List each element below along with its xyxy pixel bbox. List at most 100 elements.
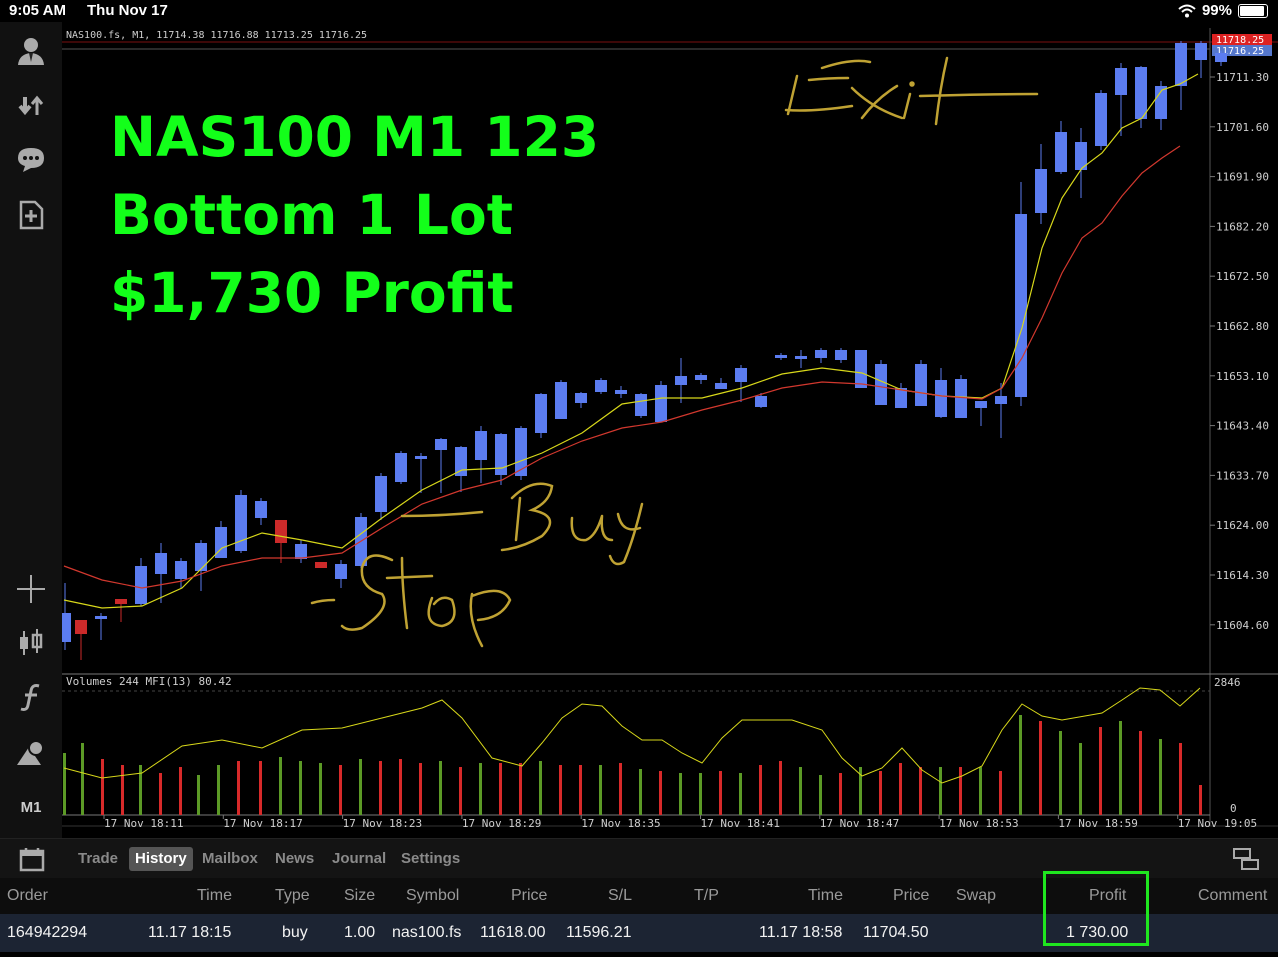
- col-type[interactable]: Type: [275, 878, 310, 914]
- candle-body: [315, 562, 327, 568]
- candles-icon[interactable]: [12, 624, 50, 662]
- candle-body: [735, 368, 747, 382]
- candle-body: [755, 396, 767, 407]
- new-order-icon[interactable]: [12, 196, 50, 234]
- candle-body: [395, 453, 407, 482]
- candle-body: [975, 401, 987, 408]
- candle-body: [115, 599, 127, 604]
- volume-bar: [1019, 715, 1022, 815]
- col-sl[interactable]: S/L: [608, 878, 632, 914]
- time-tick-label: 17 Nov 18:23: [343, 817, 422, 830]
- overlay-title-line2: Bottom 1 Lot: [110, 183, 514, 247]
- col-open-price[interactable]: Price: [511, 878, 547, 914]
- volume-bar: [1079, 743, 1082, 815]
- volume-bar: [121, 765, 124, 815]
- volume-bar: [839, 773, 842, 815]
- row-order: 164942294: [7, 924, 88, 941]
- volume-bar: [719, 771, 722, 815]
- col-symbol[interactable]: Symbol: [406, 878, 459, 914]
- calendar-icon[interactable]: [18, 845, 46, 873]
- volume-bar: [63, 753, 66, 815]
- volume-bar: [559, 765, 562, 815]
- date: Thu Nov 17: [87, 2, 168, 19]
- tab-trade[interactable]: Trade: [72, 847, 124, 871]
- user-icon[interactable]: [12, 32, 50, 70]
- volume-bar: [739, 773, 742, 815]
- candle-body: [95, 616, 107, 619]
- volume-bar: [579, 765, 582, 815]
- split-view-icon[interactable]: [1232, 845, 1260, 873]
- candle-body: [595, 380, 607, 392]
- col-comment[interactable]: Comment: [1198, 878, 1267, 914]
- candle-body: [1195, 43, 1207, 60]
- price-tick-label: 11633.70: [1216, 469, 1269, 482]
- volume-bar: [499, 763, 502, 815]
- candle-body: [375, 476, 387, 512]
- volume-bar: [237, 761, 240, 815]
- function-icon[interactable]: [12, 678, 50, 716]
- volume-bar: [139, 765, 142, 815]
- time-tick-label: 17 Nov 18:17: [223, 817, 302, 830]
- price-tick-label: 11643.40: [1216, 420, 1269, 433]
- col-size[interactable]: Size: [344, 878, 375, 914]
- price-tick-label: 11691.90: [1216, 171, 1269, 184]
- tab-mailbox[interactable]: Mailbox: [196, 847, 264, 871]
- price-tick-label: 11701.60: [1216, 121, 1269, 134]
- col-swap[interactable]: Swap: [956, 878, 996, 914]
- candle-body: [675, 376, 687, 385]
- tab-settings[interactable]: Settings: [395, 847, 466, 871]
- candle-body: [455, 447, 467, 476]
- candle-body: [275, 520, 287, 543]
- candle-body: [1135, 67, 1147, 119]
- price-tick-label: 11614.30: [1216, 569, 1269, 582]
- volume-bar: [679, 773, 682, 815]
- candle-body: [795, 356, 807, 359]
- volume-bar: [81, 743, 84, 815]
- volume-bar: [1099, 727, 1102, 815]
- timeframe-button[interactable]: M1: [12, 788, 50, 826]
- time-tick-label: 17 Nov 18:53: [939, 817, 1018, 830]
- overlay-title-line3: $1,730 Profit: [110, 261, 514, 325]
- volume-max-label: 2846: [1214, 676, 1241, 689]
- col-close-time[interactable]: Time: [808, 878, 843, 914]
- tab-news[interactable]: News: [269, 847, 320, 871]
- volume-bar: [159, 773, 162, 815]
- left-toolbar: M1: [0, 22, 62, 838]
- time-tick-label: 17 Nov 19:05: [1178, 817, 1257, 830]
- volume-bar: [779, 761, 782, 815]
- row-size: 1.00: [344, 924, 376, 941]
- tab-history[interactable]: History: [129, 847, 193, 871]
- chat-icon[interactable]: [12, 140, 50, 178]
- candle-body: [915, 364, 927, 406]
- volume-bar: [359, 759, 362, 815]
- candle-body: [335, 564, 347, 579]
- objects-icon[interactable]: [12, 734, 50, 772]
- row-close-price: 11704.50: [863, 924, 929, 941]
- candle-body: [555, 382, 567, 419]
- crosshair-icon[interactable]: [12, 570, 50, 608]
- col-open-time[interactable]: Time: [197, 878, 232, 914]
- row-symbol: nas100.fs: [392, 924, 462, 941]
- row-close-time: 11.17 18:58: [759, 924, 843, 941]
- candle-body: [815, 350, 827, 358]
- candle-body: [435, 439, 447, 450]
- volume-bar: [1039, 721, 1042, 815]
- row-open-time: 11.17 18:15: [148, 924, 232, 941]
- download-upload-icon[interactable]: [12, 86, 50, 124]
- tab-journal[interactable]: Journal: [326, 847, 392, 871]
- status-bar: 9:05 AM Thu Nov 17 99%: [0, 0, 1278, 22]
- price-tick-label: 11624.00: [1216, 519, 1269, 532]
- candle-body: [655, 385, 667, 422]
- col-tp[interactable]: T/P: [694, 878, 719, 914]
- wifi-icon: [1178, 4, 1196, 17]
- candle-body: [875, 364, 887, 405]
- candle-body: [635, 394, 647, 416]
- price-tick-label: 11672.50: [1216, 270, 1269, 283]
- col-order[interactable]: Order: [7, 878, 48, 914]
- volume-bar: [319, 763, 322, 815]
- candle-body: [855, 350, 867, 388]
- time-tick-label: 17 Nov 18:47: [820, 817, 899, 830]
- volume-bar: [419, 763, 422, 815]
- col-close-price[interactable]: Price: [893, 878, 929, 914]
- volume-bar: [759, 765, 762, 815]
